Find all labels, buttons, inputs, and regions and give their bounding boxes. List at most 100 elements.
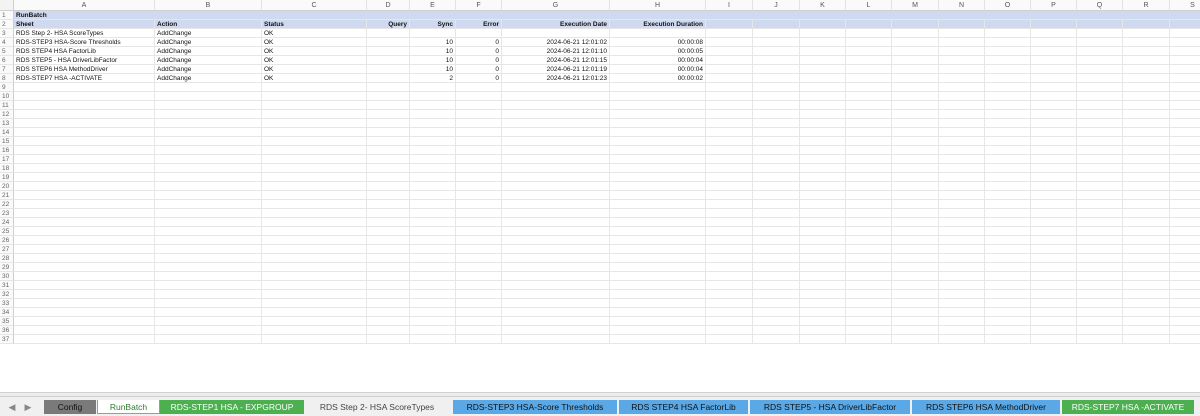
empty-cell[interactable] bbox=[939, 128, 985, 137]
empty-cell[interactable] bbox=[262, 146, 367, 155]
empty-cell[interactable] bbox=[155, 92, 262, 101]
empty-cell[interactable] bbox=[706, 254, 753, 263]
empty-cell[interactable] bbox=[1123, 227, 1170, 236]
empty-cell[interactable] bbox=[1123, 335, 1170, 344]
cell-sync[interactable]: 10 bbox=[410, 56, 456, 65]
empty-cell[interactable] bbox=[262, 245, 367, 254]
empty-cell[interactable] bbox=[846, 317, 892, 326]
header-action[interactable]: Action bbox=[155, 20, 262, 29]
empty-cell[interactable] bbox=[367, 92, 410, 101]
row-number[interactable]: 23 bbox=[0, 209, 14, 218]
empty-cell[interactable] bbox=[939, 236, 985, 245]
row-number[interactable]: 20 bbox=[0, 182, 14, 191]
empty-cell[interactable] bbox=[985, 38, 1031, 47]
empty-cell[interactable] bbox=[846, 110, 892, 119]
empty-cell[interactable] bbox=[939, 83, 985, 92]
empty-cell[interactable] bbox=[367, 101, 410, 110]
empty-cell[interactable] bbox=[456, 245, 502, 254]
row-number[interactable]: 29 bbox=[0, 263, 14, 272]
empty-cell[interactable] bbox=[1031, 218, 1077, 227]
empty-cell[interactable] bbox=[1077, 227, 1123, 236]
empty-cell[interactable] bbox=[1077, 47, 1123, 56]
empty-cell[interactable] bbox=[1031, 272, 1077, 281]
sheet-tab-1[interactable]: Config bbox=[44, 400, 96, 414]
header-error[interactable]: Error bbox=[456, 20, 502, 29]
sheet-tab-3[interactable]: RDS-STEP1 HSA - EXPGROUP bbox=[160, 400, 304, 414]
row-number[interactable]: 19 bbox=[0, 173, 14, 182]
empty-cell[interactable] bbox=[502, 173, 610, 182]
empty-cell[interactable] bbox=[1123, 290, 1170, 299]
empty-cell[interactable] bbox=[892, 245, 939, 254]
cell-error[interactable]: 0 bbox=[456, 47, 502, 56]
empty-cell[interactable] bbox=[706, 236, 753, 245]
cell-sheet[interactable]: RDS STEP4 HSA FactorLib bbox=[14, 47, 155, 56]
empty-cell[interactable] bbox=[800, 299, 846, 308]
empty-cell[interactable] bbox=[706, 191, 753, 200]
empty-cell[interactable] bbox=[939, 263, 985, 272]
empty-cell[interactable] bbox=[753, 191, 800, 200]
empty-cell[interactable] bbox=[410, 137, 456, 146]
empty-cell[interactable] bbox=[502, 101, 610, 110]
empty-cell[interactable] bbox=[456, 119, 502, 128]
empty-cell[interactable] bbox=[1170, 245, 1200, 254]
empty-cell[interactable] bbox=[262, 83, 367, 92]
empty-cell[interactable] bbox=[610, 128, 706, 137]
empty-cell[interactable] bbox=[1123, 218, 1170, 227]
empty-cell[interactable] bbox=[410, 317, 456, 326]
empty-cell[interactable] bbox=[706, 218, 753, 227]
empty-cell[interactable] bbox=[846, 236, 892, 245]
empty-cell[interactable] bbox=[610, 281, 706, 290]
cell-sync[interactable] bbox=[410, 29, 456, 38]
empty-cell[interactable] bbox=[1031, 56, 1077, 65]
empty-cell[interactable] bbox=[892, 182, 939, 191]
header-execution-duration[interactable]: Execution Duration bbox=[610, 20, 706, 29]
empty-cell[interactable] bbox=[706, 155, 753, 164]
empty-cell[interactable] bbox=[410, 281, 456, 290]
cell-status[interactable]: OK bbox=[262, 65, 367, 74]
empty-cell[interactable] bbox=[800, 83, 846, 92]
empty-cell[interactable] bbox=[846, 218, 892, 227]
empty-cell[interactable] bbox=[14, 263, 155, 272]
empty-cell[interactable] bbox=[262, 272, 367, 281]
empty-cell[interactable] bbox=[367, 263, 410, 272]
empty-cell[interactable] bbox=[456, 281, 502, 290]
empty-cell[interactable] bbox=[939, 326, 985, 335]
column-header-l[interactable]: L bbox=[846, 0, 892, 11]
empty-cell[interactable] bbox=[892, 101, 939, 110]
empty-cell[interactable] bbox=[1077, 281, 1123, 290]
empty-cell[interactable] bbox=[155, 191, 262, 200]
empty-cell[interactable] bbox=[985, 182, 1031, 191]
empty-cell[interactable] bbox=[610, 317, 706, 326]
row-number[interactable]: 10 bbox=[0, 92, 14, 101]
empty-cell[interactable] bbox=[800, 326, 846, 335]
empty-cell[interactable] bbox=[939, 308, 985, 317]
empty-cell[interactable] bbox=[939, 119, 985, 128]
sheet-tab-6[interactable]: RDS STEP4 HSA FactorLib bbox=[619, 400, 748, 414]
empty-cell[interactable] bbox=[846, 74, 892, 83]
empty-cell[interactable] bbox=[1123, 146, 1170, 155]
empty-cell[interactable] bbox=[1170, 155, 1200, 164]
cell-sync[interactable]: 10 bbox=[410, 38, 456, 47]
empty-cell[interactable] bbox=[1123, 119, 1170, 128]
empty-cell[interactable] bbox=[262, 128, 367, 137]
row-number[interactable]: 11 bbox=[0, 101, 14, 110]
empty-cell[interactable] bbox=[410, 182, 456, 191]
empty-cell[interactable] bbox=[846, 101, 892, 110]
empty-cell[interactable] bbox=[800, 209, 846, 218]
empty-cell[interactable] bbox=[800, 182, 846, 191]
empty-cell[interactable] bbox=[800, 29, 846, 38]
empty-cell[interactable] bbox=[14, 164, 155, 173]
empty-cell[interactable] bbox=[1170, 317, 1200, 326]
empty-cell[interactable] bbox=[800, 65, 846, 74]
empty-cell[interactable] bbox=[892, 92, 939, 101]
empty-cell[interactable] bbox=[1031, 83, 1077, 92]
empty-cell[interactable] bbox=[1170, 209, 1200, 218]
empty-cell[interactable] bbox=[262, 155, 367, 164]
header-status[interactable]: Status bbox=[262, 20, 367, 29]
empty-cell[interactable] bbox=[14, 272, 155, 281]
empty-cell[interactable] bbox=[1077, 272, 1123, 281]
cell-query[interactable] bbox=[367, 65, 410, 74]
empty-cell[interactable] bbox=[1077, 317, 1123, 326]
row-number[interactable]: 4 bbox=[0, 38, 14, 47]
empty-cell[interactable] bbox=[1123, 209, 1170, 218]
